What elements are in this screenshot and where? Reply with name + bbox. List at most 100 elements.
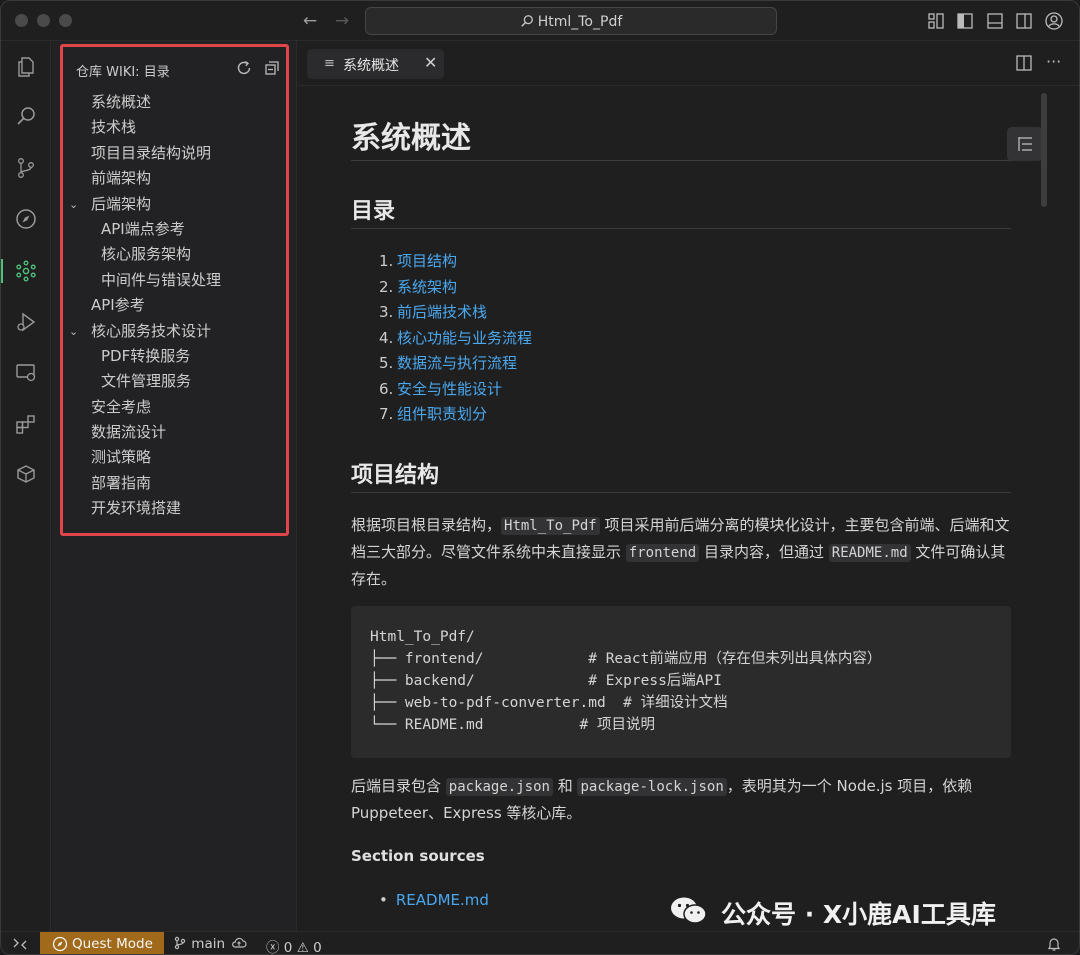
- refresh-icon[interactable]: [235, 59, 253, 77]
- close-window-button[interactable]: [15, 14, 28, 27]
- search-view-icon[interactable]: [14, 105, 38, 129]
- toc-item-core-service-design[interactable]: ⌄ 核心服务技术设计: [63, 319, 286, 344]
- toc-item-directory-structure[interactable]: 项目目录结构说明: [63, 141, 286, 166]
- toggle-secondary-sidebar-icon[interactable]: [1014, 11, 1034, 31]
- zoom-window-button[interactable]: [59, 14, 72, 27]
- toc-link[interactable]: 安全与性能设计: [397, 380, 502, 398]
- toc-item-testing[interactable]: 测试策略: [63, 445, 286, 470]
- remote-indicator-icon[interactable]: [1, 932, 39, 954]
- toc-item-backend-architecture[interactable]: ⌄ 后端架构: [63, 192, 286, 217]
- toc-item-label: 开发环境搭建: [91, 499, 182, 518]
- source-control-icon[interactable]: [14, 156, 38, 180]
- back-arrow-icon[interactable]: ←: [300, 11, 320, 31]
- package-box-icon[interactable]: [14, 462, 38, 486]
- editor-tabs-bar: ≡ 系统概述 ✕ ···: [298, 41, 1079, 86]
- toc-item-label: 测试策略: [91, 448, 152, 467]
- toc-link[interactable]: 前后端技术栈: [397, 303, 487, 321]
- wiki-toc-list: 系统概述 技术栈 项目目录结构说明 前端架构 ⌄ 后端架构 API端点参考 核心服…: [63, 90, 286, 522]
- toc-item-label: 数据流设计: [91, 423, 167, 442]
- toc-link[interactable]: 项目结构: [397, 252, 457, 270]
- warning-count: 0: [313, 940, 322, 955]
- warning-icon: ⚠: [296, 940, 309, 955]
- list-item: 4. 核心功能与业务流程: [379, 326, 532, 352]
- toc-item-deployment[interactable]: 部署指南: [63, 471, 286, 496]
- account-icon[interactable]: [1044, 11, 1064, 31]
- app-window: ← → Html_To_Pdf 仓库 WIKI: 目录 系统概述 技术栈 项目目…: [0, 0, 1080, 955]
- paragraph-structure: 根据项目根目录结构， Html_To_Pdf 项目采用前后端分离的模块化设计，主要…: [351, 512, 1013, 592]
- toc-ordered-list: 1. 项目结构 2. 系统架构 3. 前后端技术栈 4. 核心功能与业务流程 5. 数据流…: [379, 249, 532, 428]
- toc-item-frontend-architecture[interactable]: 前端架构: [63, 166, 286, 191]
- toggle-primary-sidebar-icon[interactable]: [955, 11, 975, 31]
- toc-item-api-endpoints[interactable]: API端点参考: [63, 217, 286, 242]
- toc-link[interactable]: 系统架构: [397, 278, 457, 296]
- layout-customize-icon[interactable]: [926, 11, 946, 31]
- error-count: 0: [283, 940, 293, 955]
- outline-toggle-button[interactable]: [1007, 127, 1043, 161]
- quest-mode-button[interactable]: Quest Mode: [40, 932, 164, 954]
- toc-item-label: 安全考虑: [91, 397, 152, 416]
- cloud-sync-icon: [232, 937, 247, 948]
- toc-link[interactable]: 数据流与执行流程: [397, 354, 517, 372]
- split-editor-icon[interactable]: [1015, 54, 1035, 74]
- toc-item-label: 项目目录结构说明: [91, 143, 212, 162]
- explorer-icon[interactable]: [14, 55, 38, 79]
- title-bar: ← → Html_To_Pdf: [1, 1, 1079, 41]
- list-number: 7.: [379, 405, 394, 423]
- chevron-down-icon[interactable]: ⌄: [69, 192, 78, 217]
- toc-link[interactable]: 组件职责划分: [397, 405, 487, 423]
- close-icon[interactable]: ✕: [424, 53, 437, 72]
- tab-system-overview[interactable]: ≡ 系统概述 ✕: [307, 49, 444, 79]
- text-span: 和: [552, 777, 578, 795]
- wechat-logo-icon: [669, 895, 709, 927]
- source-link[interactable]: README.md: [396, 891, 489, 909]
- code-block-text: Html_To_Pdf/ ├── frontend/ # React前端应用（存…: [370, 629, 882, 733]
- toc-item-dev-setup[interactable]: 开发环境搭建: [63, 496, 286, 521]
- toc-item-file-service[interactable]: 文件管理服务: [63, 369, 286, 394]
- run-debug-icon[interactable]: [14, 310, 38, 334]
- toc-item-middleware-errors[interactable]: 中间件与错误处理: [63, 268, 286, 293]
- remote-explorer-icon[interactable]: [14, 361, 38, 385]
- toc-item-label: API端点参考: [101, 219, 185, 238]
- toc-item-data-flow[interactable]: 数据流设计: [63, 420, 286, 445]
- more-actions-icon[interactable]: ···: [1046, 54, 1066, 74]
- command-center-search[interactable]: Html_To_Pdf: [365, 7, 777, 35]
- activity-bar: [1, 41, 51, 931]
- toc-item-core-service-architecture[interactable]: 核心服务架构: [63, 242, 286, 267]
- quest-mode-label: Quest Mode: [72, 936, 153, 952]
- collapse-all-icon[interactable]: [263, 59, 281, 77]
- minimize-window-button[interactable]: [37, 14, 50, 27]
- toc-item-label: 前端架构: [91, 169, 152, 188]
- bullet-dot: •: [379, 891, 388, 909]
- problems-indicator[interactable]: ⓧ 0 ⚠ 0: [266, 936, 322, 955]
- toc-item-system-overview[interactable]: 系统概述: [63, 90, 286, 115]
- chevron-down-icon[interactable]: ⌄: [69, 319, 78, 344]
- list-number: 5.: [379, 354, 394, 372]
- status-bar: Quest Mode main ⓧ 0 ⚠ 0: [1, 931, 1079, 955]
- forward-arrow-icon[interactable]: →: [332, 11, 352, 31]
- list-item: 5. 数据流与执行流程: [379, 351, 532, 377]
- paragraph-backend: 后端目录包含 package.json 和 package-lock.json，…: [351, 773, 1013, 826]
- toc-item-pdf-service[interactable]: PDF转换服务: [63, 344, 286, 369]
- toc-item-api-reference[interactable]: API参考: [63, 293, 286, 318]
- toc-item-label: 中间件与错误处理: [101, 270, 222, 289]
- toc-item-security[interactable]: 安全考虑: [63, 395, 286, 420]
- list-number: 3.: [379, 303, 394, 321]
- sidebar-title: 仓库 WIKI: 目录: [76, 65, 170, 80]
- extensions-icon[interactable]: [14, 412, 38, 436]
- error-icon: ⓧ: [266, 940, 280, 955]
- list-item: 6. 安全与性能设计: [379, 377, 532, 403]
- vertical-scrollbar[interactable]: [1041, 93, 1047, 207]
- toggle-panel-icon[interactable]: [985, 11, 1005, 31]
- list-item: 3. 前后端技术栈: [379, 300, 532, 326]
- toc-item-label: 技术栈: [91, 118, 137, 137]
- compass-icon[interactable]: [14, 207, 38, 231]
- repo-wiki-icon[interactable]: [14, 259, 38, 283]
- toc-item-label: 文件管理服务: [101, 372, 192, 391]
- notifications-bell-icon[interactable]: [1046, 936, 1062, 952]
- toc-item-label: 核心服务架构: [101, 245, 192, 264]
- toc-item-label: 后端架构: [91, 194, 152, 213]
- branch-indicator[interactable]: main: [173, 936, 247, 952]
- divider: [351, 492, 1011, 493]
- toc-link[interactable]: 核心功能与业务流程: [397, 329, 532, 347]
- toc-item-tech-stack[interactable]: 技术栈: [63, 115, 286, 140]
